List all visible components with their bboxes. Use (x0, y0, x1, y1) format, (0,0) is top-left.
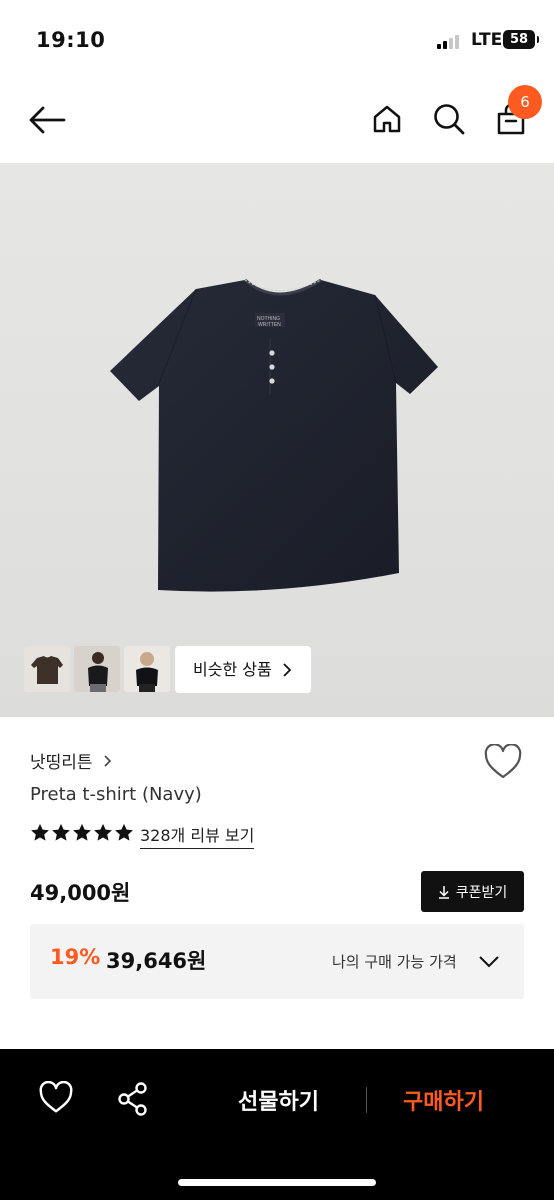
my-price-label: 나의 구매 가능 가격 (332, 953, 457, 971)
cart-count-badge: 6 (508, 85, 542, 119)
tshirt-photo: NOTHING WRITTEN (110, 278, 438, 592)
status-bar: 19:10 LTE 58 (0, 0, 554, 80)
thumbnail-shirt[interactable] (24, 646, 70, 692)
back-button[interactable] (25, 98, 69, 142)
similar-products-button[interactable]: 비슷한 상품 (175, 646, 311, 693)
thumbnail-model-2[interactable] (124, 646, 170, 692)
chevron-right-icon (283, 663, 291, 677)
signal-icon (437, 33, 465, 49)
product-image[interactable]: NOTHING WRITTEN (0, 163, 554, 717)
home-icon (373, 105, 401, 133)
share-icon (118, 1082, 147, 1116)
bottom-action-bar: 선물하기 구매하기 (0, 1049, 554, 1200)
network-type: LTE (471, 30, 503, 50)
coupon-label: 쿠폰받기 (455, 884, 508, 901)
heart-icon (484, 743, 522, 779)
discount-rate: 19% (50, 945, 101, 969)
star-icon (94, 823, 112, 841)
thumbnail-model-1[interactable] (74, 646, 120, 692)
status-time: 19:10 (36, 28, 106, 52)
similar-products-label: 비슷한 상품 (193, 660, 272, 679)
brand-link[interactable]: 낫띵리튼 (30, 748, 112, 773)
search-button[interactable] (427, 97, 471, 141)
search-icon (434, 104, 465, 135)
chevron-right-icon (104, 755, 112, 767)
star-icon (115, 823, 133, 841)
chevron-down-icon (479, 956, 499, 968)
brand-name: 낫띵리튼 (30, 753, 93, 773)
home-button[interactable] (365, 97, 409, 141)
back-arrow-icon (29, 106, 66, 134)
buy-button[interactable]: 구매하기 (403, 1084, 484, 1116)
svg-text:WRITTEN: WRITTEN (258, 322, 281, 328)
reviews-link[interactable]: 328개 리뷰 보기 (140, 822, 255, 849)
gift-button[interactable]: 선물하기 (238, 1084, 319, 1116)
heart-icon (39, 1080, 73, 1113)
star-icon (73, 823, 91, 841)
star-icon (31, 823, 49, 841)
coupon-button[interactable]: 쿠폰받기 (421, 871, 524, 912)
my-price-panel[interactable]: 19% 39,646원 나의 구매 가능 가격 (30, 924, 524, 999)
product-name: Preta t-shirt (Navy) (30, 784, 202, 805)
thumbnail-strip (24, 646, 170, 692)
download-icon (438, 885, 449, 899)
discounted-price: 39,646원 (106, 949, 207, 973)
top-nav (0, 80, 554, 162)
like-button[interactable] (484, 743, 524, 784)
star-icon (52, 823, 70, 841)
home-indicator (178, 1179, 376, 1186)
battery-icon: 58 (503, 30, 539, 49)
rating-stars (30, 823, 134, 842)
share-button[interactable] (116, 1081, 150, 1117)
original-price: 49,000원 (30, 881, 131, 905)
bottom-divider (366, 1087, 367, 1113)
bottom-like-button[interactable] (38, 1080, 74, 1117)
